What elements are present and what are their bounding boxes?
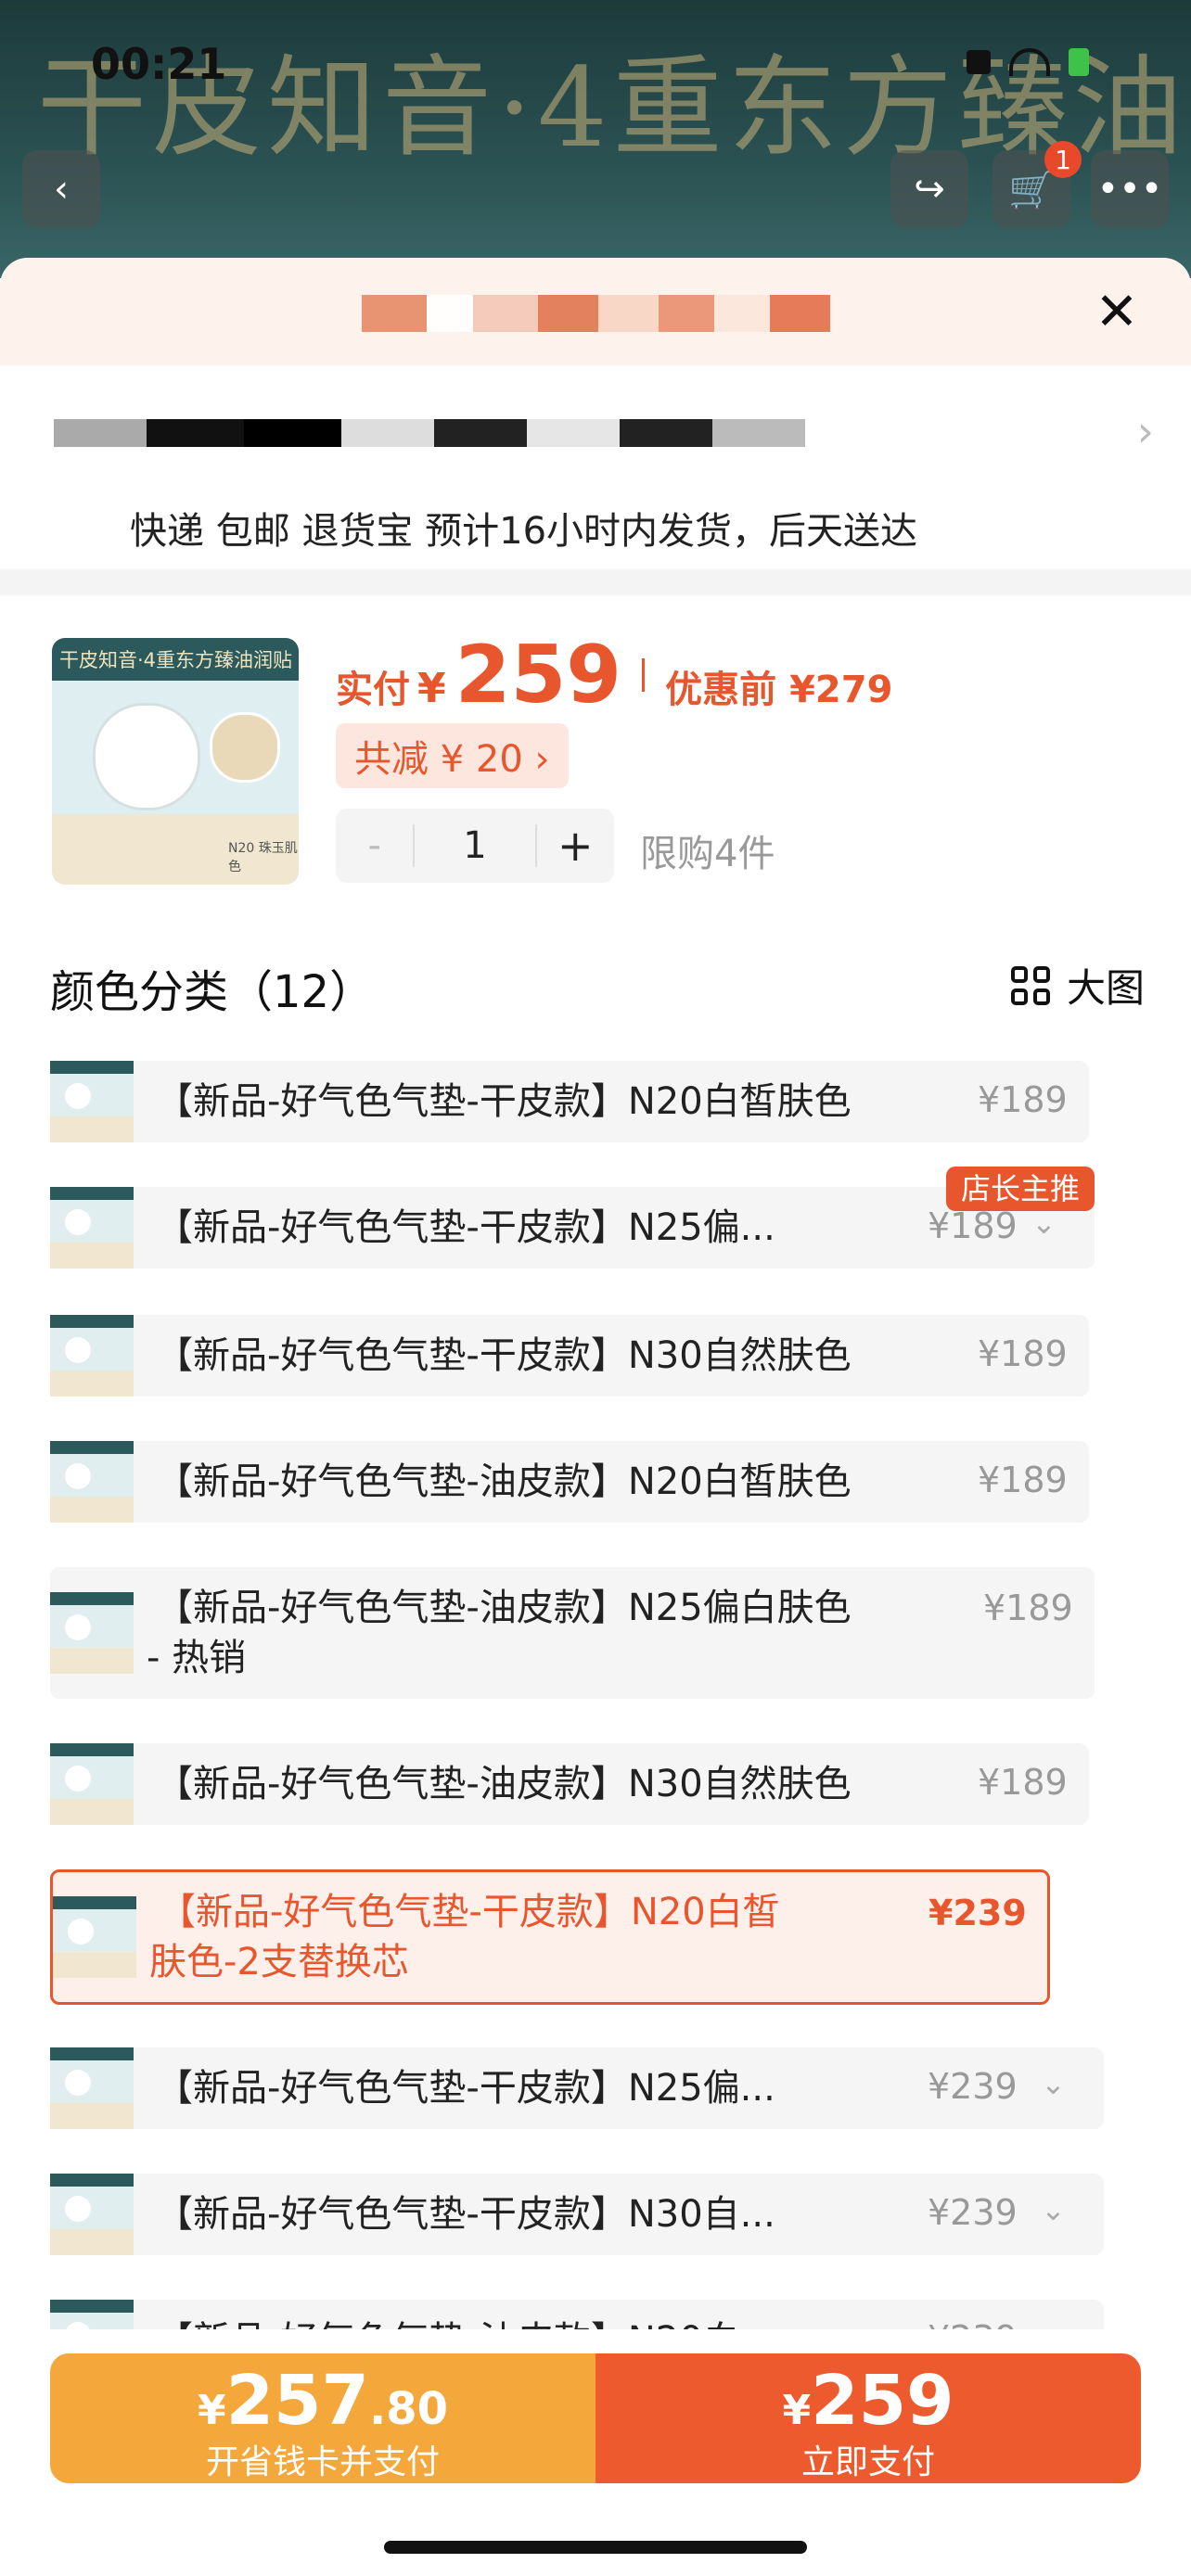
recommend-tag: 店长主推 [945, 1167, 1095, 1211]
original-price: 优惠前 ¥279 [665, 669, 893, 711]
option-price: ¥239 [928, 1893, 1027, 1933]
option-label-wrap: 【新品-好气色气垫-油皮款】N25偏白肤色 - 热销 [147, 1583, 852, 1683]
option-label: 【新品-好气色气垫-干皮款】N20白皙肤色 [156, 1080, 852, 1123]
option-label: 【新品-好气色气垫-干皮款】N20白皙 [159, 1891, 780, 1933]
status-icons [967, 48, 1089, 76]
price-row: 实付 ¥ 259 优惠前 ¥279 [336, 629, 892, 721]
decrease-button[interactable]: - [336, 824, 413, 867]
wifi-icon [1009, 48, 1050, 76]
color-option[interactable]: 【新品-好气色气垫-油皮款】N20白皙肤色 ¥189 [50, 1441, 1089, 1523]
chevron-left-icon: ‹ [54, 168, 69, 210]
option-label: 【新品-好气色气垫-干皮款】N30自... [156, 2193, 775, 2236]
share-button[interactable]: ↪ [890, 150, 968, 228]
paid-label: 实付 [336, 669, 410, 711]
close-icon: ✕ [1095, 281, 1139, 342]
close-button[interactable]: ✕ [1089, 281, 1145, 342]
savings-price: ¥257.80 [197, 2361, 449, 2441]
option-label-line2: 肤色-2支替换芯 [149, 1941, 409, 1983]
cart-badge: 1 [1044, 141, 1082, 178]
color-option[interactable]: 【新品-好气色气垫-油皮款】N25偏白肤色 - 热销 ¥189 [50, 1567, 1095, 1699]
quantity-stepper: - 1 + [336, 809, 614, 883]
address-redacted [54, 419, 805, 447]
big-view-label: 大图 [1066, 965, 1145, 1011]
share-icon: ↪ [914, 168, 945, 210]
option-price: ¥239 [928, 2192, 1018, 2233]
color-option[interactable]: 【新品-好气色气垫-干皮款】N25偏... ¥189 ⌄ 店长主推 [50, 1167, 1095, 1269]
thumb-label: N20 珠玉肌色 [228, 841, 298, 874]
product-image[interactable]: 干皮知音·4重东方臻油润贴 N20 珠玉肌色 [52, 638, 299, 885]
home-indicator [384, 2541, 807, 2554]
product-puff-image [210, 712, 280, 783]
pay-now-label: 立即支付 [800, 2443, 935, 2481]
color-option[interactable]: 【新品-好气色气垫-干皮款】N30自然肤色 ¥189 [50, 1315, 1089, 1396]
purchase-limit: 限购4件 [640, 833, 775, 875]
option-label: 【新品-好气色气垫-油皮款】N30自然肤色 [156, 1763, 852, 1805]
increase-button[interactable]: + [537, 821, 614, 871]
option-label: 【新品-好气色气垫-干皮款】N30自然肤色 [156, 1334, 852, 1377]
option-label-wrap: 【新品-好气色气垫-干皮款】N20白皙 肤色-2支替换芯 [149, 1887, 780, 1987]
option-label: 【新品-好气色气垫-干皮款】N25偏... [156, 1206, 775, 1249]
status-time: 00:21 [91, 39, 227, 89]
big-view-toggle[interactable]: 大图 [1010, 957, 1145, 1014]
chevron-right-icon: › [1136, 406, 1154, 456]
address-row[interactable]: › 快递 包邮 退货宝 预计16小时内发货，后天送达 [0, 365, 1191, 569]
battery-icon [1069, 48, 1089, 76]
signal-icon [967, 50, 991, 74]
option-thumbnail [50, 1441, 134, 1523]
option-price: ¥189 [978, 1333, 1068, 1374]
option-label: 【新品-好气色气垫-油皮款】N20白皙肤色 [156, 1460, 852, 1503]
bottom-action-bar: ¥257.80 开省钱卡并支付 ¥259 立即支付 [0, 2329, 1191, 2576]
option-price: ¥189 [928, 1205, 1018, 1246]
color-option[interactable]: 【新品-好气色气垫-干皮款】N30自... ¥239 ⌄ [50, 2174, 1104, 2255]
option-price: ¥189 [978, 1762, 1068, 1803]
more-button[interactable]: ••• [1091, 150, 1169, 228]
back-button[interactable]: ‹ [22, 150, 100, 228]
option-thumbnail [50, 2047, 134, 2129]
savings-card-label: 开省钱卡并支付 [205, 2443, 440, 2481]
grid-icon [1010, 965, 1050, 1005]
sheet-header: ✕ [0, 258, 1191, 365]
color-option-selected[interactable]: 【新品-好气色气垫-干皮款】N20白皙 肤色-2支替换芯 ¥239 [50, 1869, 1050, 2005]
option-price: ¥239 [928, 2066, 1018, 2107]
option-thumbnail [50, 1592, 134, 1674]
price-separator [642, 658, 646, 692]
color-option[interactable]: 【新品-好气色气垫-油皮款】N30自然肤色 ¥189 [50, 1743, 1089, 1825]
more-icon: ••• [1096, 168, 1163, 210]
discount-badge[interactable]: 共减 ¥ 20 › [336, 723, 569, 788]
delivery-info: 快递 包邮 退货宝 预计16小时内发货，后天送达 [130, 510, 918, 553]
option-label-line2: - 热销 [147, 1637, 247, 1679]
quantity-value[interactable]: 1 [413, 824, 537, 867]
color-option[interactable]: 【新品-好气色气垫-干皮款】N20白皙肤色 ¥189 [50, 1061, 1089, 1142]
option-thumbnail [50, 1743, 134, 1825]
thumb-title: 干皮知音·4重东方臻油润贴 [59, 649, 293, 671]
pay-now-button[interactable]: ¥259 立即支付 [596, 2353, 1141, 2483]
option-thumbnail [50, 2174, 134, 2255]
option-thumbnail [50, 1187, 134, 1269]
option-thumbnail [53, 1896, 136, 1978]
divider [0, 569, 1191, 595]
product-compact-image [93, 703, 200, 810]
option-price: ¥189 [978, 1460, 1068, 1500]
price-currency: ¥ [417, 665, 446, 712]
option-label: 【新品-好气色气垫-油皮款】N25偏白肤色 [156, 1587, 852, 1629]
chevron-down-icon[interactable]: ⌄ [1041, 2192, 1066, 2227]
pay-price: ¥259 [782, 2361, 954, 2441]
option-thumbnail [50, 1315, 134, 1396]
savings-card-pay-button[interactable]: ¥257.80 开省钱卡并支付 [50, 2353, 596, 2483]
chevron-down-icon[interactable]: ⌄ [1041, 2066, 1066, 2101]
option-price: ¥189 [983, 1588, 1073, 1628]
color-section-title: 颜色分类（12） [50, 966, 375, 1018]
cart-button[interactable]: 🛒 1 [992, 141, 1082, 228]
option-thumbnail [50, 1061, 134, 1142]
promo-title-redacted [362, 295, 830, 332]
option-price: ¥189 [978, 1079, 1068, 1120]
cart-icon: 🛒 [1008, 168, 1055, 211]
option-label: 【新品-好气色气垫-干皮款】N25偏... [156, 2067, 775, 2110]
color-option[interactable]: 【新品-好气色气垫-干皮款】N25偏... ¥239 ⌄ [50, 2047, 1104, 2129]
price-value: 259 [455, 629, 622, 721]
